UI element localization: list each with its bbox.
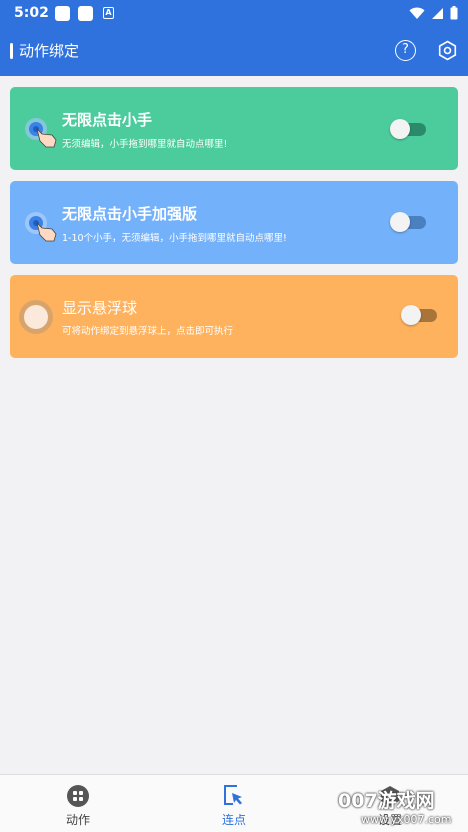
card-toggle[interactable] — [401, 305, 437, 325]
notification-icon — [55, 6, 70, 21]
title-accent-bar — [10, 43, 13, 59]
grid-icon — [67, 785, 89, 807]
card-description: 1-10个小手，无须编辑，小手拖到哪里就自动点哪里! — [62, 233, 287, 244]
card-infinite-click-hand[interactable]: 无限点击小手 无须编辑，小手拖到哪里就自动点哪里! — [10, 87, 458, 170]
card-floating-ball[interactable]: 显示悬浮球 可将动作绑定到悬浮球上，点击即可执行 — [10, 275, 458, 358]
app-bar: 动作绑定 ? — [0, 26, 468, 76]
status-bar: 5:02 A — [0, 0, 468, 26]
page-title: 动作绑定 — [19, 42, 80, 60]
card-toggle[interactable] — [390, 119, 426, 139]
settings-icon[interactable] — [437, 40, 458, 61]
watermark-url: www.yx007.com — [361, 813, 452, 826]
battery-icon — [450, 6, 458, 20]
watermark-text: 007游戏网 — [338, 790, 435, 812]
nav-label: 连点 — [221, 813, 246, 827]
card-toggle[interactable] — [390, 212, 426, 232]
nav-tab-actions[interactable]: 动作 — [38, 775, 118, 832]
signal-icon — [432, 7, 443, 19]
notification-icon — [78, 6, 93, 21]
card-title: 显示悬浮球 — [62, 299, 138, 317]
hand-tap-icon — [25, 212, 57, 242]
cursor-click-icon — [224, 785, 242, 805]
card-description: 可将动作绑定到悬浮球上，点击即可执行 — [62, 326, 234, 337]
status-time: 5:02 — [14, 5, 49, 21]
card-infinite-click-hand-plus[interactable]: 无限点击小手加强版 1-10个小手，无须编辑，小手拖到哪里就自动点哪里! — [10, 181, 458, 264]
card-title: 无限点击小手 — [62, 111, 153, 129]
help-icon[interactable]: ? — [395, 40, 416, 61]
card-title: 无限点击小手加强版 — [62, 205, 198, 223]
app-notification-icon: A — [103, 7, 114, 19]
wifi-icon — [409, 7, 425, 19]
floating-ball-icon — [19, 300, 53, 334]
hand-tap-icon — [25, 118, 57, 148]
nav-label: 动作 — [65, 813, 90, 827]
card-description: 无须编辑，小手拖到哪里就自动点哪里! — [62, 139, 228, 150]
nav-tab-autoclick[interactable]: 连点 — [194, 775, 274, 832]
